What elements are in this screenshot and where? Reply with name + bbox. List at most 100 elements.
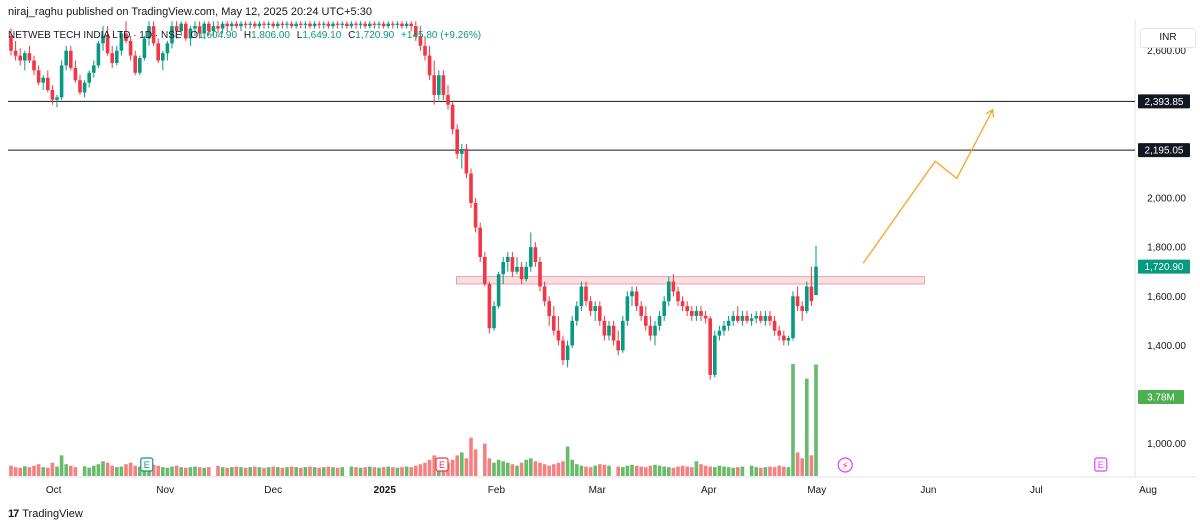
footer-brand[interactable]: 17 TradingView <box>8 508 83 520</box>
candle-body <box>648 325 653 336</box>
candle-body <box>529 247 533 267</box>
candle-body <box>276 23 280 27</box>
x-tick-label: Jun <box>920 485 936 496</box>
volume-bar <box>800 458 804 476</box>
volume-bar <box>533 461 538 476</box>
candle-body <box>460 148 464 154</box>
last-price-label: 1,720.90 <box>1145 262 1184 273</box>
candle-body <box>308 23 312 27</box>
candle-body <box>432 75 436 95</box>
candle-body <box>575 306 579 321</box>
volume-bar <box>188 467 193 476</box>
volume-bar <box>262 467 266 476</box>
volume-bar <box>96 464 101 476</box>
volume-bar <box>717 465 722 476</box>
volume-bar <box>418 464 423 476</box>
volume-bar <box>552 464 556 476</box>
candle-body <box>547 301 551 316</box>
volume-bar <box>542 464 547 476</box>
candle-body <box>326 23 331 27</box>
candle-body <box>584 286 588 302</box>
candle-body <box>538 261 542 287</box>
volume-bar <box>722 466 726 476</box>
candle-body <box>745 315 749 321</box>
dividend-icon-glyph: ⚡ <box>842 461 849 472</box>
candle-body <box>749 318 754 321</box>
volume-bar <box>216 465 220 476</box>
volume-bar <box>680 465 685 476</box>
candle-body <box>556 330 561 341</box>
candle-body <box>55 97 59 100</box>
volume-bar <box>648 465 653 476</box>
volume-bar <box>119 466 124 476</box>
volume-bar <box>50 462 55 476</box>
currency-button[interactable]: INR <box>1140 28 1196 48</box>
volume-bar <box>501 461 505 476</box>
volume-bar <box>377 467 381 476</box>
candle-body <box>805 286 809 312</box>
candle-body <box>312 23 317 27</box>
volume-bar <box>584 466 588 476</box>
volume-bar <box>731 467 735 476</box>
volume-bar <box>556 462 561 476</box>
volume-bar <box>73 467 78 476</box>
candle-body <box>598 306 602 321</box>
volume-bar <box>368 466 372 476</box>
volume-bar <box>694 461 699 476</box>
candle-body <box>381 23 386 27</box>
volume-bar <box>777 465 781 476</box>
volume-bar <box>381 467 386 476</box>
candle-body <box>487 284 492 329</box>
candle-body <box>809 286 814 302</box>
x-tick-label: Jul <box>1030 485 1043 496</box>
volume-bar <box>414 465 418 476</box>
volume-bar <box>786 467 791 476</box>
volume-bar <box>363 467 367 476</box>
volume-bar <box>805 378 809 476</box>
volume-bar <box>538 462 542 476</box>
volume-bar <box>27 467 32 476</box>
candle-body <box>690 311 694 316</box>
candle-body <box>363 23 367 27</box>
volume-bar <box>616 466 620 476</box>
volume-bar <box>772 467 777 476</box>
y-tick-label: 1,600.00 <box>1147 292 1186 303</box>
volume-bar <box>409 467 413 476</box>
candle-body <box>289 23 294 27</box>
candle-body <box>138 58 142 73</box>
candle-body <box>524 266 528 280</box>
candle-body <box>510 257 515 272</box>
x-tick-label: Oct <box>46 485 62 496</box>
candle-body <box>372 23 377 25</box>
candle-body <box>253 23 257 27</box>
volume-bar <box>253 466 257 476</box>
volume-bar <box>101 461 105 476</box>
candle-body <box>386 23 390 27</box>
candle-body <box>23 53 27 61</box>
volume-bar <box>460 452 464 476</box>
volume-bar <box>372 467 377 476</box>
candle-body <box>800 306 804 312</box>
volume-bar <box>271 466 275 476</box>
candle-body <box>772 320 777 331</box>
open-value: 1,604.90 <box>198 30 238 41</box>
price-chart[interactable]: 2,600.002,000.001,800.001,600.001,400.00… <box>0 0 1200 529</box>
volume-bar <box>759 467 763 476</box>
volume-bar <box>708 466 712 476</box>
candle-body <box>515 266 519 272</box>
candle-body <box>427 55 432 76</box>
candle-body <box>717 330 722 336</box>
volume-bar <box>349 466 354 476</box>
volume-bar <box>579 465 584 476</box>
volume-bar <box>427 459 432 476</box>
candle-body <box>777 330 781 336</box>
x-tick-label: Feb <box>488 485 506 496</box>
candle-body <box>92 65 96 73</box>
candle-body <box>441 75 446 95</box>
candle-body <box>657 315 662 326</box>
publisher-line: niraj_raghu published on TradingView.com… <box>8 6 372 18</box>
candle-body <box>639 306 643 316</box>
candle-body <box>317 23 321 25</box>
volume-bar <box>64 464 68 476</box>
volume-bar <box>455 455 459 476</box>
